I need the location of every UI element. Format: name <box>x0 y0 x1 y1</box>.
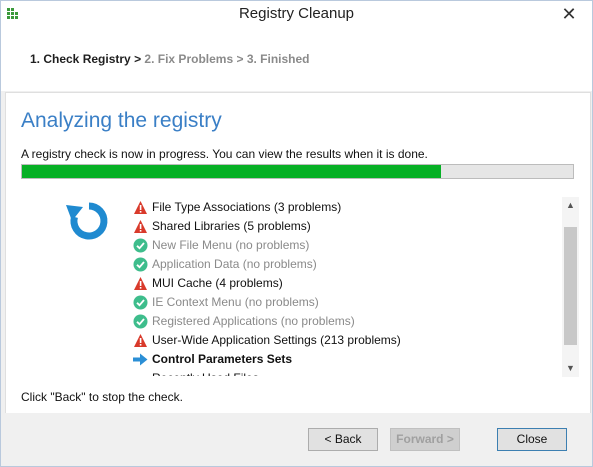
content-panel: Analyzing the registry A registry check … <box>5 92 591 414</box>
warning-icon <box>134 220 147 233</box>
back-button[interactable]: < Back <box>308 428 378 451</box>
step-fix-problems: 2. Fix Problems <box>144 52 234 66</box>
warning-icon <box>134 277 147 290</box>
list-item: Shared Libraries (5 problems) <box>133 217 558 236</box>
button-bar: < Back Forward > Close <box>1 413 592 466</box>
forward-button[interactable]: Forward > <box>390 428 460 451</box>
window-title: Registry Cleanup <box>238 5 355 22</box>
step-check-registry: 1. Check Registry <box>30 52 131 66</box>
step-finished: 3. Finished <box>246 52 310 66</box>
check-circle-icon <box>133 238 148 253</box>
list-item-label: Control Parameters Sets <box>152 352 293 366</box>
list-item-label: User-Wide Application Settings (213 prob… <box>152 333 401 347</box>
list-item: New File Menu (no problems) <box>133 236 558 255</box>
registry-cleanup-window: Registry Cleanup ✕ 1. Check Registry > 2… <box>0 0 593 467</box>
list-item-label: Recently Used Files <box>152 369 259 376</box>
progress-description: A registry check is now in progress. You… <box>21 147 428 161</box>
warning-icon <box>134 334 147 347</box>
list-item: Recently Used Files <box>133 369 558 376</box>
list-item: File Type Associations (3 problems) <box>133 198 558 217</box>
results-list[interactable]: File Type Associations (3 problems) Share… <box>133 198 558 376</box>
scroll-up-arrow-icon[interactable]: ▲ <box>562 197 579 214</box>
wizard-steps: 1. Check Registry > 2. Fix Problems > 3.… <box>1 31 592 91</box>
list-item-label: File Type Associations (3 problems) <box>152 200 342 214</box>
window-close-button[interactable]: ✕ <box>546 1 592 30</box>
list-item-label: IE Context Menu (no problems) <box>152 295 319 309</box>
list-item-label: Registered Applications (no problems) <box>152 314 355 328</box>
list-item: User-Wide Application Settings (213 prob… <box>133 331 558 350</box>
list-item: Application Data (no problems) <box>133 255 558 274</box>
scroll-down-arrow-icon[interactable]: ▼ <box>562 360 579 377</box>
check-circle-icon <box>133 314 148 329</box>
arrow-right-icon <box>133 353 148 366</box>
list-item-label: Shared Libraries (5 problems) <box>152 219 311 233</box>
progress-bar <box>21 164 574 179</box>
check-circle-icon <box>133 257 148 272</box>
list-item: MUI Cache (4 problems) <box>133 274 558 293</box>
list-item: IE Context Menu (no problems) <box>133 293 558 312</box>
refresh-icon <box>66 202 108 240</box>
step-separator: > <box>134 52 142 66</box>
list-item-label: New File Menu (no problems) <box>152 238 310 252</box>
step-separator: > <box>236 52 244 66</box>
list-item: Control Parameters Sets <box>133 350 558 369</box>
warning-icon <box>134 201 147 214</box>
list-item: Registered Applications (no problems) <box>133 312 558 331</box>
list-item-label: MUI Cache (4 problems) <box>152 276 283 290</box>
breadcrumb: 1. Check Registry > 2. Fix Problems > 3.… <box>30 52 310 66</box>
stop-hint-text: Click "Back" to stop the check. <box>21 390 183 404</box>
page-title: Analyzing the registry <box>21 109 222 132</box>
list-item-label: Application Data (no problems) <box>152 257 317 271</box>
title-bar: Registry Cleanup ✕ <box>1 1 592 31</box>
close-button[interactable]: Close <box>497 428 567 451</box>
progress-fill <box>22 165 441 178</box>
check-circle-icon <box>133 295 148 310</box>
results-scrollbar[interactable]: ▲ ▼ <box>562 197 579 377</box>
scroll-thumb[interactable] <box>564 227 577 345</box>
